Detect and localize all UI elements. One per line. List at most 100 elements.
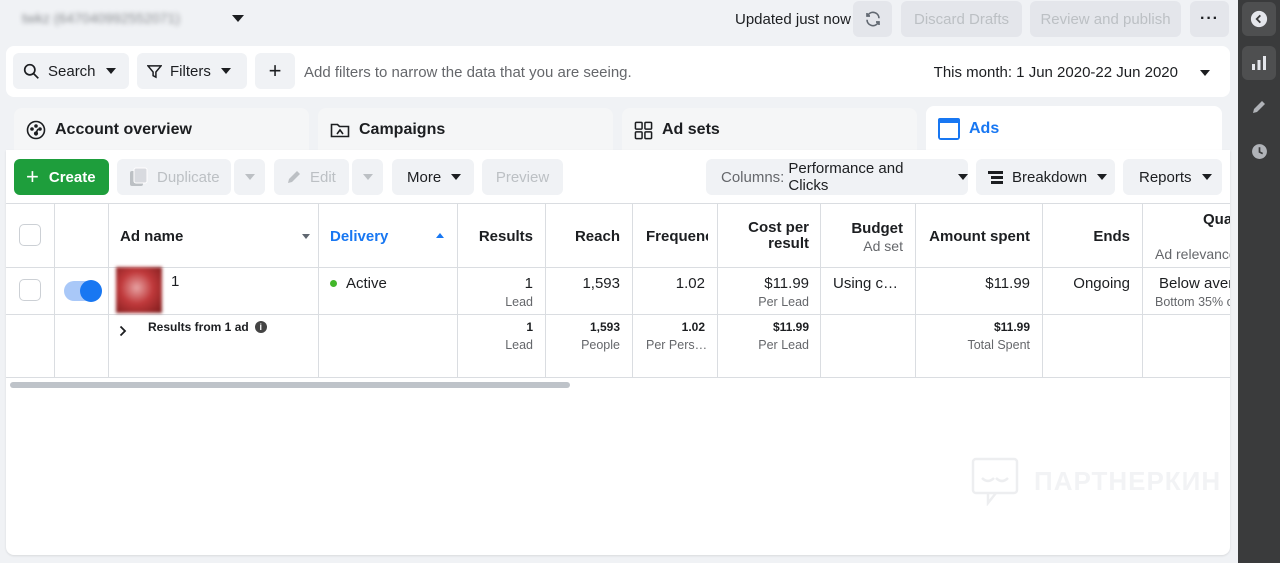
tab-ad-sets[interactable]: Ad sets: [622, 108, 917, 152]
select-all-checkbox[interactable]: [19, 224, 41, 246]
history-panel-button[interactable]: [1242, 134, 1276, 168]
duplicate-button[interactable]: Duplicate: [117, 159, 231, 195]
clock-icon: [1251, 143, 1267, 159]
chevron-down-icon: [1097, 174, 1108, 180]
search-icon: [23, 63, 39, 79]
col-header-budget-sub: Ad set: [863, 238, 903, 254]
totals-cost-type: Per Lead: [758, 338, 809, 352]
grid-icon: [634, 121, 653, 139]
ad-window-icon: [938, 118, 960, 140]
tab-ads[interactable]: Ads: [926, 106, 1222, 152]
breakdown-button[interactable]: Breakdown: [976, 159, 1115, 195]
col-header-ad-name[interactable]: Ad name: [120, 228, 183, 245]
duplicate-dropdown[interactable]: [234, 159, 265, 195]
ad-name-link[interactable]: 1: [171, 273, 179, 290]
date-range-label: This month: 1 Jun 2020-22 Jun 2020: [933, 64, 1178, 81]
chevron-down-icon: [244, 174, 255, 180]
discard-drafts-button[interactable]: Discard Drafts: [901, 1, 1022, 37]
breakdown-icon: [988, 170, 1003, 184]
refresh-button[interactable]: [853, 1, 892, 37]
more-label: More: [407, 168, 442, 186]
tab-label: Account overview: [55, 121, 192, 138]
filters-button[interactable]: Filters: [137, 53, 247, 89]
create-button[interactable]: + Create: [14, 159, 109, 195]
pencil-icon: [1253, 101, 1265, 113]
delivery-status: Active: [330, 275, 387, 292]
totals-reach: 1,593: [589, 320, 620, 334]
col-header-budget[interactable]: Budget: [820, 220, 903, 237]
more-options-button[interactable]: ···: [1190, 1, 1229, 37]
filter-bar: Search Filters + Add filters to narrow t…: [6, 46, 1230, 97]
col-header-amount-spent[interactable]: Amount spent: [915, 228, 1030, 245]
divider: [1142, 203, 1143, 378]
col-header-reach[interactable]: Reach: [545, 228, 620, 245]
chevron-left-icon: [1250, 10, 1268, 28]
bar-chart-icon: [1252, 56, 1266, 70]
right-rail: [1238, 0, 1280, 563]
budget-value: Using campaign budget: [833, 275, 905, 292]
active-status-dot: [330, 279, 337, 287]
delivery-label: Active: [346, 275, 387, 292]
chart-panel-button[interactable]: [1242, 46, 1276, 80]
col-header-delivery[interactable]: Delivery: [330, 228, 388, 245]
frequency-value: 1.02: [675, 275, 705, 292]
divider: [6, 203, 1230, 204]
sort-caret-icon[interactable]: [302, 234, 310, 239]
filter-hint[interactable]: Add filters to narrow the data that you …: [304, 64, 632, 81]
breakdown-label: Breakdown: [1012, 168, 1088, 186]
row-checkbox[interactable]: [19, 279, 41, 301]
more-button[interactable]: More: [392, 159, 474, 195]
date-range-picker[interactable]: This month: 1 Jun 2020-22 Jun 2020: [934, 64, 1210, 81]
chevron-right-icon[interactable]: [119, 325, 127, 337]
chevron-down-icon: [362, 174, 373, 180]
ad-status-toggle[interactable]: [64, 280, 102, 302]
collapse-panel-button[interactable]: [1242, 2, 1276, 36]
account-dropdown-icon[interactable]: [232, 15, 244, 22]
chevron-down-icon: [105, 68, 116, 74]
review-publish-button[interactable]: Review and publish: [1030, 1, 1181, 37]
edit-dropdown[interactable]: [352, 159, 383, 195]
add-filter-button[interactable]: +: [255, 53, 295, 89]
columns-value: Performance and Clicks: [788, 160, 904, 194]
funnel-icon: [147, 64, 162, 78]
col-header-results[interactable]: Results: [457, 228, 533, 245]
col-header-quality[interactable]: Quality ranking: [1203, 212, 1230, 228]
preview-button[interactable]: Preview: [482, 159, 563, 195]
col-header-cost-per-result[interactable]: Cost per result: [717, 220, 809, 252]
chevron-down-icon: [958, 174, 968, 180]
totals-results-type: Lead: [505, 338, 533, 352]
quality-value: Below average: [1159, 275, 1230, 292]
columns-selector[interactable]: Columns: Performance and Clicks: [706, 159, 968, 195]
horizontal-scrollbar[interactable]: [10, 382, 570, 388]
info-icon[interactable]: i: [254, 320, 267, 333]
cost-type: Per Lead: [758, 295, 809, 309]
col-header-quality-sub: Ad relevance diagnostics: [1155, 246, 1230, 262]
chevron-down-icon: [220, 68, 231, 74]
totals-label-text: Results from 1 ad: [148, 320, 249, 334]
ads-table: Ad name Delivery Results Reach Frequency…: [6, 203, 1230, 378]
tab-campaigns[interactable]: Campaigns: [318, 108, 613, 152]
reports-button[interactable]: Reports: [1123, 159, 1222, 195]
divider: [6, 267, 1230, 268]
col-header-ends[interactable]: Ends: [1042, 228, 1130, 245]
columns-prefix: Columns:: [721, 168, 785, 186]
search-button[interactable]: Search: [13, 53, 129, 89]
cost-value: $11.99: [764, 275, 809, 292]
create-label: Create: [48, 168, 96, 186]
tab-account-overview[interactable]: Account overview: [14, 108, 309, 152]
col-header-frequency[interactable]: Frequency: [646, 228, 708, 245]
totals-frequency: 1.02: [681, 320, 705, 334]
account-selector[interactable]: twkz (647040992552071): [22, 10, 180, 26]
edit-button[interactable]: Edit: [274, 159, 349, 195]
sort-ascending-icon[interactable]: [436, 233, 444, 238]
amount-spent-value: $11.99: [985, 275, 1030, 292]
edit-panel-button[interactable]: [1242, 90, 1276, 124]
totals-results: 1: [526, 320, 533, 334]
divider: [54, 203, 55, 378]
chevron-down-icon: [451, 174, 462, 180]
totals-cost: $11.99: [772, 320, 809, 334]
totals-label: Results from 1 ad i: [148, 320, 267, 334]
ad-thumbnail[interactable]: [116, 267, 162, 313]
plus-icon: +: [26, 164, 39, 189]
watermark: ПАРТНЕРКИН: [970, 456, 1221, 506]
